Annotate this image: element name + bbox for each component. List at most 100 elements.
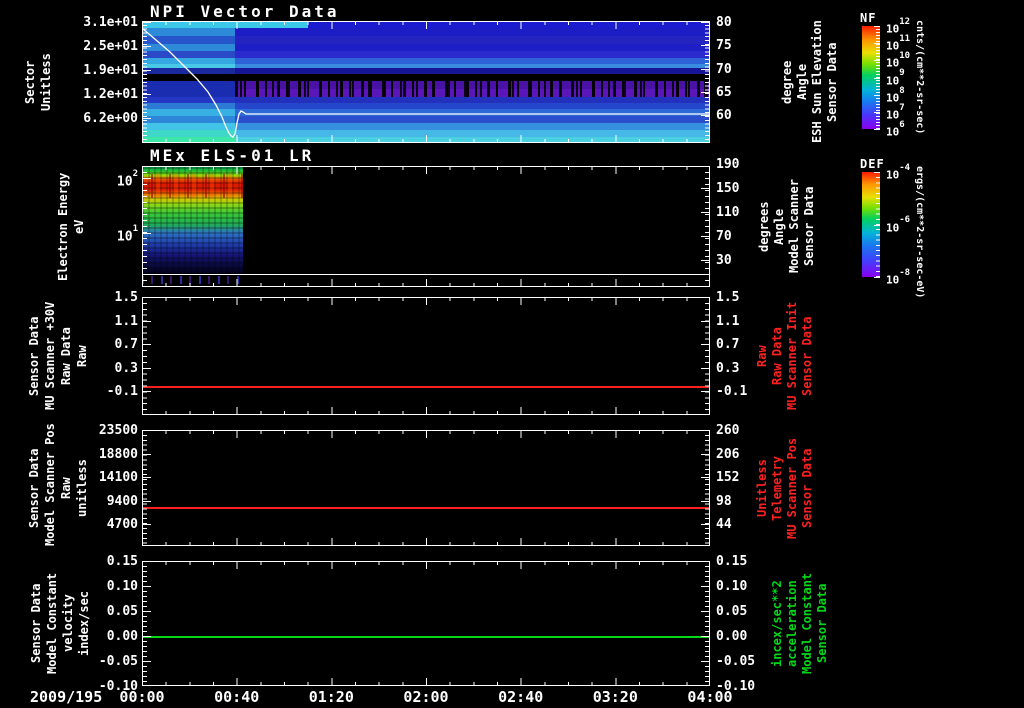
axis-label-line: Model Scanner Pos [43, 423, 57, 546]
model-scanner-pos-right-tick-label: 152 [716, 470, 740, 486]
axis-label-line: MU Scanner +30V [43, 301, 57, 411]
y-major-tick-left [142, 477, 151, 479]
y-major-tick-left [142, 500, 151, 502]
time-tick-label: 04:00 [687, 688, 733, 706]
y-major-tick-left [142, 453, 151, 455]
npi-left-tick-label: 3.1e+01 [83, 15, 138, 30]
npi-right-tick-label: 60 [716, 108, 732, 123]
y-major-tick-left [142, 611, 151, 612]
axis-right [709, 297, 710, 415]
axis-label-line: Model Constant [800, 572, 814, 675]
y-major-tick-left [142, 636, 151, 637]
npi-right-tick-label: 75 [716, 38, 732, 53]
model-constant-right-tick-label: 0.00 [716, 629, 748, 644]
time-tick-label: 01:20 [308, 688, 354, 706]
axis-bottom [142, 685, 710, 686]
model-constant-right-tick-label: 0.10 [716, 579, 748, 594]
axis-label-line: eV [72, 219, 86, 234]
nf-colorbar-tick-label: 1010 [886, 51, 911, 70]
nf-colorbar-major-tick [874, 43, 880, 45]
axis-label-line: Raw Data [770, 327, 784, 385]
els-right-axis-label: Sensor Data Model Scanner Angle degrees [757, 166, 817, 287]
axis-label-line: Raw [755, 345, 769, 367]
nf-colorbar-major-tick [874, 60, 880, 62]
y-major-tick-left [142, 94, 151, 95]
axis-top [142, 430, 710, 431]
x-major-ticks-top [142, 297, 710, 305]
model-scanner-pos-right-tick-label: 206 [716, 446, 740, 462]
def-colorbar-title: DEF [860, 157, 885, 171]
exponent: 9 [899, 68, 905, 79]
axis-top [142, 21, 710, 22]
axis-label-line: index/sec [77, 590, 91, 657]
nf-colorbar-tick-label: 1011 [886, 34, 911, 53]
nf-colorbar-tick-label: 109 [886, 68, 905, 88]
axis-label-line: Telemetry [770, 455, 784, 521]
els-right-tick-label: 70 [716, 229, 732, 244]
exponent: 2 [132, 168, 138, 179]
axis-bottom [142, 142, 710, 143]
y-major-tick-left [142, 586, 151, 587]
axis-label-line: Sensor Data [800, 316, 814, 396]
y-major-tick-left [142, 233, 151, 234]
axis-label-line: ESH Sun Elevation [810, 20, 824, 143]
x-major-ticks-top [142, 561, 710, 569]
panel1-title: NPI Vector Data [150, 2, 340, 21]
mu-scanner-30v-right-tick-label: 0.3 [716, 360, 740, 376]
nf-colorbar-major-tick [874, 77, 880, 79]
axis-label-line: Unitless [755, 459, 769, 517]
axis-label-line: Sensor Data [825, 42, 839, 122]
def-colorbar-major-tick [874, 172, 880, 173]
mu-scanner-30v-plot-area [142, 297, 710, 415]
y-major-tick-left [142, 118, 151, 119]
axis-bottom [142, 414, 710, 415]
axis-bottom [142, 286, 710, 287]
exponent: 11 [899, 34, 911, 45]
mu-scanner-30v-right-axis-label: Sensor Data MU Scanner Init Raw Data Raw [755, 297, 815, 415]
axis-label-line: degrees [757, 201, 771, 252]
axis-right [709, 166, 710, 287]
constant-data-line [142, 386, 710, 388]
npi-right-axis-label: Sensor Data ESH Sun Elevation Angle degree [780, 20, 840, 143]
axis-left [142, 21, 143, 143]
model-constant-right-axis-label: Sensor Data Model Constant acceleration inc… [770, 561, 830, 686]
model-constant-plot-area [142, 561, 710, 686]
axis-label-line: incex/sec**2 [770, 580, 784, 667]
exponent: 8 [899, 85, 905, 96]
axis-right [709, 21, 710, 143]
model-constant-right-tick-label: 0.05 [716, 604, 748, 619]
mu-scanner-30v-right-tick-label: 1.1 [716, 313, 740, 329]
mu-scanner-30v-right-tick-label: 0.7 [716, 337, 740, 352]
model-constant-y-axis-label: Sensor Data Model Constant velocity index/s… [28, 561, 92, 686]
nf-colorbar-title: NF [860, 11, 877, 25]
y-major-tick-left [142, 367, 151, 369]
nf-colorbar-major-tick [874, 111, 880, 113]
axis-label-line: Raw Data [59, 327, 73, 385]
els-streak-overlay [142, 174, 243, 198]
model-scanner-pos-right-tick-label: 44 [716, 517, 732, 533]
axis-top [142, 561, 710, 562]
axis-label-line: Sensor Data [802, 186, 816, 267]
axis-label-line: Model Constant [45, 572, 59, 675]
axis-label-line: Raw [75, 345, 89, 367]
els-marker-line [142, 274, 710, 275]
y-major-tick-left [142, 178, 151, 179]
els-y-axis-label: Electron Energy eV [55, 166, 87, 287]
model-scanner-pos-right-tick-label: 98 [716, 493, 732, 509]
nf-colorbar-tick-label: 107 [886, 102, 905, 122]
model-scanner-pos-plot-area [142, 430, 710, 546]
exponent: 1 [132, 223, 138, 234]
axis-label-line: Sensor Data [815, 583, 829, 664]
axis-label-line: Sector [23, 60, 37, 104]
mu-scanner-30v-right-tick-label: 1.5 [716, 290, 740, 305]
exponent: 10 [899, 51, 911, 62]
axis-label-line: Angle [772, 208, 786, 245]
npi-y-axis-label: Sector Unitless [22, 21, 54, 143]
def-colorbar-major-tick [874, 277, 880, 278]
time-tick-label: 02:00 [403, 688, 449, 706]
axis-right [709, 561, 710, 686]
science-plot-page: NPI Vector Data MEx ELS-01 LR 2009/195 3… [0, 0, 1024, 708]
npi-plot-area [142, 21, 710, 143]
model-scanner-pos-y-axis-label: Sensor Data Model Scanner Pos Raw unitless [26, 423, 90, 546]
axis-left [142, 561, 143, 686]
